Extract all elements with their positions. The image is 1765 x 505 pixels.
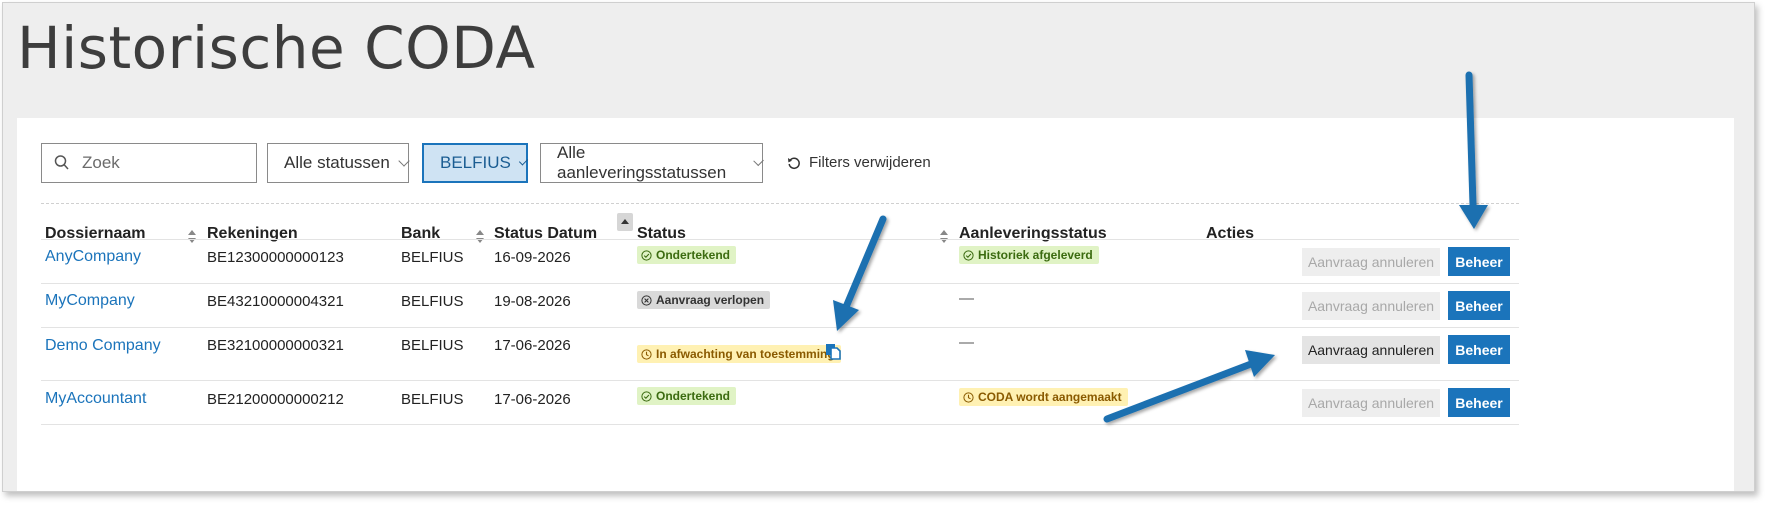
x-circle-icon <box>641 294 652 306</box>
status-badge: Aanvraag verlopen <box>637 291 771 309</box>
delivery-status-filter-label: Alle aanleveringsstatussen <box>557 143 727 182</box>
check-circle-icon <box>641 249 652 261</box>
delivery-status-empty: — <box>959 334 974 351</box>
bank-name: BELFIUS <box>401 391 464 408</box>
sort-icon[interactable] <box>476 230 484 244</box>
sort-icon[interactable] <box>940 230 948 244</box>
bank-filter-dropdown[interactable]: BELFIUS <box>422 143 529 183</box>
manage-button[interactable]: Beheer <box>1448 247 1510 276</box>
reset-filters-label: Filters verwijderen <box>809 154 931 171</box>
check-circle-icon <box>963 249 974 261</box>
chevron-down-icon <box>398 154 410 167</box>
search-icon <box>54 154 70 176</box>
table-divider <box>41 283 1519 284</box>
reset-icon <box>788 157 800 169</box>
account-number: BE12300000000123 <box>207 249 344 266</box>
delivery-status-filter-dropdown[interactable]: Alle aanleveringsstatussen <box>540 143 764 183</box>
status-date: 17-06-2026 <box>494 391 571 408</box>
status-badge: Ondertekend <box>637 387 737 405</box>
sort-icon[interactable] <box>188 230 196 244</box>
status-badge-label: Ondertekend <box>656 248 731 262</box>
manage-button[interactable]: Beheer <box>1448 335 1510 364</box>
table-divider <box>41 424 1519 425</box>
dossier-link[interactable]: MyCompany <box>45 292 135 310</box>
content-panel: Alle statussen BELFIUS Alle aanleverings… <box>17 118 1734 491</box>
account-number: BE43210000004321 <box>207 293 344 310</box>
bank-name: BELFIUS <box>401 293 464 310</box>
cancel-request-button[interactable]: Aanvraag annuleren <box>1302 292 1440 320</box>
column-header-bank[interactable]: Bank <box>401 225 440 243</box>
delivery-status-badge: CODA wordt aangemaakt <box>959 388 1128 406</box>
status-badge: In afwachting van toestemming <box>637 345 841 363</box>
status-filter-label: Alle statussen <box>284 153 390 172</box>
copy-link-icon[interactable] <box>825 343 842 364</box>
check-circle-icon <box>641 390 652 402</box>
table-divider <box>41 239 1519 240</box>
bank-name: BELFIUS <box>401 249 464 266</box>
account-number: BE21200000000212 <box>207 391 344 408</box>
clock-icon <box>963 391 974 403</box>
table-divider <box>41 327 1519 328</box>
status-date: 17-06-2026 <box>494 337 571 354</box>
cancel-request-button[interactable]: Aanvraag annuleren <box>1302 389 1440 417</box>
status-badge-label: Ondertekend <box>656 389 731 403</box>
search-input[interactable] <box>82 144 252 182</box>
cancel-request-button[interactable]: Aanvraag annuleren <box>1302 248 1440 276</box>
page-title: Historische CODA <box>17 14 536 82</box>
status-badge-label: Aanvraag verlopen <box>656 293 765 307</box>
reset-filters-button[interactable]: Filters verwijderen <box>787 154 931 171</box>
delivery-status-empty: — <box>959 290 974 307</box>
manage-button[interactable]: Beheer <box>1448 291 1510 320</box>
column-header-acties: Acties <box>1206 225 1255 242</box>
status-date: 16-09-2026 <box>494 249 571 266</box>
delivery-status-label: Historiek afgeleverd <box>978 248 1093 262</box>
status-badge-label: In afwachting van toestemming <box>656 347 835 361</box>
sort-ascending-icon[interactable] <box>617 213 633 231</box>
clock-icon <box>641 348 652 360</box>
delivery-status-badge: Historiek afgeleverd <box>959 246 1099 264</box>
bank-filter-label: BELFIUS <box>440 153 511 172</box>
table-divider <box>41 380 1519 381</box>
status-date: 19-08-2026 <box>494 293 571 310</box>
divider <box>41 203 1519 204</box>
status-badge: Ondertekend <box>637 246 737 264</box>
dossier-link[interactable]: Demo Company <box>45 337 161 355</box>
search-field[interactable] <box>41 143 257 183</box>
column-header-status-datum[interactable]: Status Datum <box>494 225 597 243</box>
manage-button[interactable]: Beheer <box>1448 388 1510 417</box>
status-filter-dropdown[interactable]: Alle statussen <box>267 143 410 183</box>
chevron-down-icon <box>752 155 764 166</box>
column-header-status[interactable]: Status <box>637 225 686 243</box>
column-header-rekeningen[interactable]: Rekeningen <box>207 225 298 243</box>
delivery-status-label: CODA wordt aangemaakt <box>978 390 1122 404</box>
account-number: BE32100000000321 <box>207 337 344 354</box>
app-window: Historische CODA Alle statussen BELFIUS … <box>2 2 1755 492</box>
cancel-request-button[interactable]: Aanvraag annuleren <box>1302 336 1440 364</box>
column-header-aanleveringsstatus[interactable]: Aanleveringsstatus <box>959 225 1107 243</box>
dossier-link[interactable]: AnyCompany <box>45 248 141 266</box>
column-header-dossiernaam[interactable]: Dossiernaam <box>45 225 146 243</box>
dossier-link[interactable]: MyAccountant <box>45 390 146 408</box>
chevron-down-icon <box>518 155 529 166</box>
bank-name: BELFIUS <box>401 337 464 354</box>
